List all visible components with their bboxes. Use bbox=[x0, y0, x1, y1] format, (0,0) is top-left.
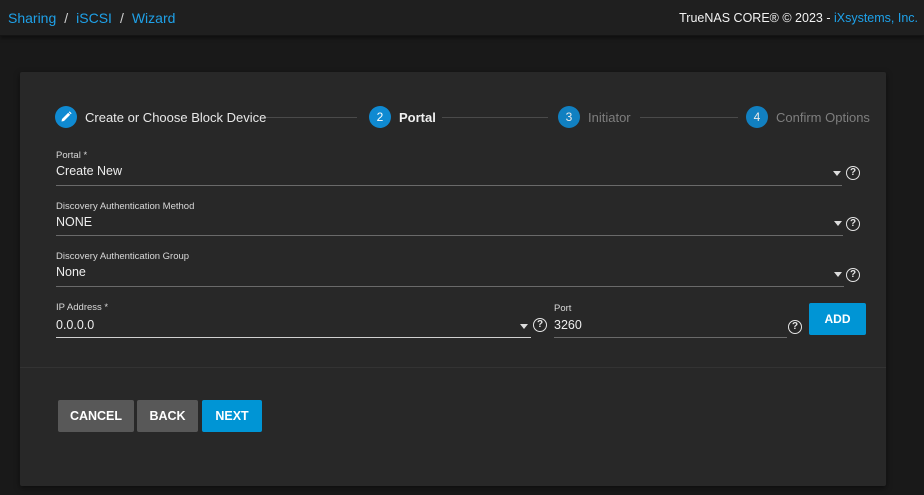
port-label: Port bbox=[554, 303, 572, 314]
discovery-auth-group-select[interactable]: Discovery Authentication Group None bbox=[56, 251, 844, 287]
company-link[interactable]: iXsystems, Inc. bbox=[834, 11, 918, 25]
ip-address-label: IP Address * bbox=[56, 302, 109, 313]
breadcrumb-separator: / bbox=[64, 10, 69, 26]
discovery-auth-group-label: Discovery Authentication Group bbox=[56, 251, 190, 262]
step-create-block-device[interactable]: Create or Choose Block Device bbox=[55, 106, 266, 128]
chevron-down-icon[interactable] bbox=[834, 272, 842, 277]
port-input[interactable]: Port 3260 bbox=[554, 303, 787, 339]
port-underline bbox=[554, 337, 787, 338]
breadcrumb-wizard[interactable]: Wizard bbox=[132, 10, 176, 26]
discovery-auth-method-select[interactable]: Discovery Authentication Method NONE bbox=[56, 201, 843, 237]
ip-address-value: 0.0.0.0 bbox=[56, 318, 95, 332]
cancel-button[interactable]: CANCEL bbox=[58, 400, 134, 432]
port-value: 3260 bbox=[554, 318, 582, 332]
help-icon[interactable]: ? bbox=[846, 166, 860, 180]
step-confirm-options[interactable]: 4 Confirm Options bbox=[746, 106, 870, 128]
breadcrumb-sharing[interactable]: Sharing bbox=[8, 10, 56, 26]
breadcrumb-separator: / bbox=[119, 10, 124, 26]
discovery-auth-method-value: NONE bbox=[56, 215, 93, 229]
help-icon[interactable]: ? bbox=[533, 318, 547, 332]
step-initiator[interactable]: 3 Initiator bbox=[558, 106, 631, 128]
portal-underline bbox=[56, 185, 842, 186]
help-icon[interactable]: ? bbox=[846, 268, 860, 282]
step-label: Initiator bbox=[588, 109, 631, 125]
chevron-down-icon[interactable] bbox=[520, 324, 528, 329]
stepper-connector bbox=[640, 117, 738, 118]
discovery-auth-group-value: None bbox=[56, 265, 86, 279]
chevron-down-icon[interactable] bbox=[834, 221, 842, 226]
stepper-connector bbox=[442, 117, 548, 118]
step-number: 2 bbox=[369, 106, 391, 128]
help-icon[interactable]: ? bbox=[788, 320, 802, 334]
step-number: 3 bbox=[558, 106, 580, 128]
wizard-card: Create or Choose Block Device 2 Portal 3… bbox=[20, 72, 886, 486]
copyright-notice: TrueNAS CORE® © 2023 - iXsystems, Inc. bbox=[679, 11, 918, 25]
portal-select[interactable]: Portal * Create New bbox=[56, 150, 842, 186]
step-number: 4 bbox=[746, 106, 768, 128]
divider bbox=[20, 367, 886, 368]
portal-value: Create New bbox=[56, 164, 122, 178]
stepper-connector bbox=[263, 117, 357, 118]
step-label: Confirm Options bbox=[776, 109, 870, 125]
step-label: Create or Choose Block Device bbox=[85, 109, 267, 125]
discovery-auth-method-label: Discovery Authentication Method bbox=[56, 201, 195, 212]
step-label: Portal bbox=[399, 109, 436, 125]
chevron-down-icon[interactable] bbox=[833, 171, 841, 176]
help-icon[interactable]: ? bbox=[846, 217, 860, 231]
ip-address-underline bbox=[56, 337, 531, 338]
portal-label: Portal * bbox=[56, 150, 88, 161]
step-portal[interactable]: 2 Portal bbox=[369, 106, 436, 128]
breadcrumb: Sharing / iSCSI / Wizard bbox=[8, 10, 175, 26]
wizard-stepper: Create or Choose Block Device 2 Portal 3… bbox=[20, 72, 886, 142]
add-button[interactable]: ADD bbox=[809, 303, 866, 335]
top-bar: Sharing / iSCSI / Wizard TrueNAS CORE® ©… bbox=[0, 0, 924, 36]
copyright-text: TrueNAS CORE® © 2023 - bbox=[679, 11, 834, 25]
discovery-auth-group-underline bbox=[56, 286, 844, 287]
breadcrumb-iscsi[interactable]: iSCSI bbox=[76, 10, 112, 26]
ip-address-select[interactable]: IP Address * 0.0.0.0 bbox=[56, 302, 532, 338]
discovery-auth-method-underline bbox=[56, 235, 843, 236]
next-button[interactable]: NEXT bbox=[202, 400, 262, 432]
pencil-icon bbox=[55, 106, 77, 128]
back-button[interactable]: BACK bbox=[137, 400, 198, 432]
